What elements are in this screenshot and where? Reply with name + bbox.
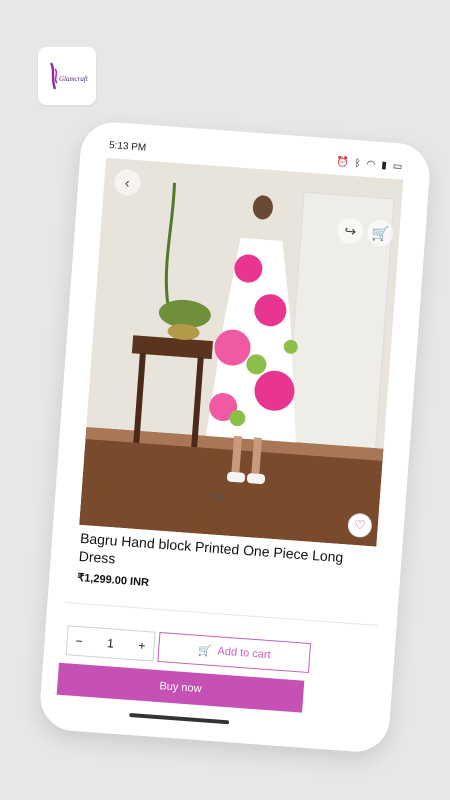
qty-plus-button[interactable]: + xyxy=(138,639,146,653)
battery-icon: ▭ xyxy=(392,160,403,173)
product-price: ₹1,299.00 INR xyxy=(76,571,150,590)
bluetooth-icon: ᛒ xyxy=(354,157,362,169)
svg-text:Glamcraft: Glamcraft xyxy=(59,75,89,83)
status-time: 5:13 PM xyxy=(108,139,147,154)
status-icons: ⏰ ᛒ ◠ ▮ ▭ xyxy=(336,156,403,172)
qty-minus-button[interactable]: − xyxy=(75,634,83,648)
divider xyxy=(65,602,379,627)
app-logo: Glamcraft xyxy=(38,47,96,105)
qty-value: 1 xyxy=(106,636,115,651)
buy-now-button[interactable]: Buy now xyxy=(56,662,305,713)
share-icon: ↪ xyxy=(343,221,357,239)
phone-mockup: 5:13 PM ⏰ ᛒ ◠ ▮ ▭ ‹ ↪ 🛒 1/9 ♡ Bagru Hand… xyxy=(38,120,432,754)
add-to-cart-button[interactable]: 🛒 Add to cart xyxy=(157,631,312,674)
wifi-icon: ◠ xyxy=(366,158,376,171)
home-indicator xyxy=(129,713,230,725)
product-image[interactable]: ‹ ↪ 🛒 1/9 ♡ xyxy=(79,157,404,547)
phone-screen: 5:13 PM ⏰ ᛒ ◠ ▮ ▭ ‹ ↪ 🛒 1/9 ♡ Bagru Hand… xyxy=(38,120,432,754)
cart-icon: 🛒 xyxy=(197,644,212,658)
chevron-left-icon: ‹ xyxy=(124,174,131,191)
app-logo-icon: Glamcraft xyxy=(49,62,89,90)
alarm-icon: ⏰ xyxy=(335,156,350,169)
heart-icon: ♡ xyxy=(353,516,367,533)
signal-icon: ▮ xyxy=(380,159,388,171)
quantity-stepper[interactable]: − 1 + xyxy=(65,625,156,662)
image-counter: 1/9 xyxy=(211,492,225,504)
buy-now-label: Buy now xyxy=(159,680,202,696)
product-photo xyxy=(79,157,404,547)
cart-icon: 🛒 xyxy=(371,223,390,242)
add-to-cart-label: Add to cart xyxy=(217,645,272,662)
